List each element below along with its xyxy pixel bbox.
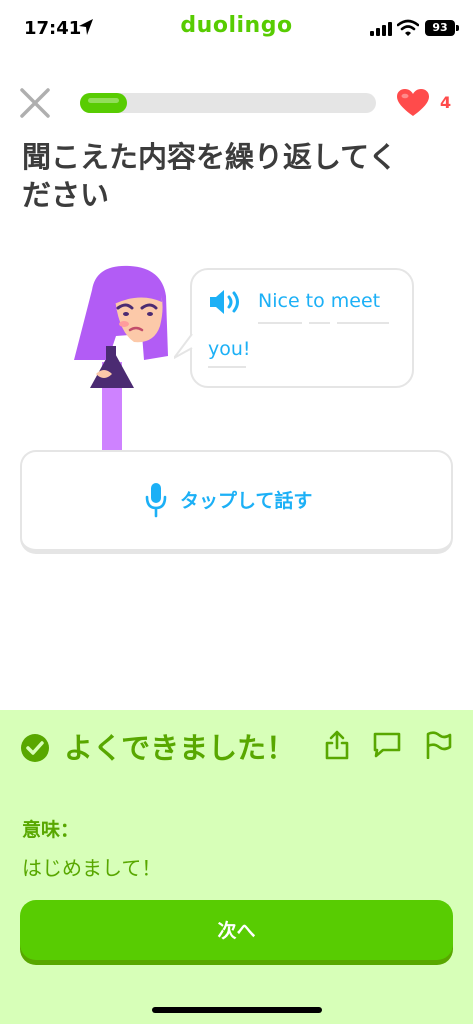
signal-icon bbox=[370, 22, 392, 36]
heart-icon bbox=[397, 89, 429, 116]
status-bar: 17:41 duolingo 93 bbox=[0, 0, 473, 56]
battery-nub bbox=[456, 25, 459, 31]
tap-to-speak-label: タップして話す bbox=[180, 490, 313, 512]
home-indicator bbox=[152, 1007, 322, 1013]
character-illustration bbox=[74, 265, 168, 452]
share-icon[interactable] bbox=[324, 730, 350, 760]
word-underline bbox=[309, 322, 330, 324]
flag-icon[interactable] bbox=[424, 731, 452, 759]
meaning-label: 意味： bbox=[22, 819, 80, 841]
hearts-count: 4 bbox=[440, 93, 452, 112]
speech-bubble bbox=[190, 268, 414, 388]
next-button[interactable]: 次へ bbox=[20, 900, 453, 960]
word-underline bbox=[208, 366, 246, 368]
meaning-text: はじめまして！ bbox=[22, 856, 162, 880]
comment-icon[interactable] bbox=[372, 731, 402, 759]
sentence-line-2[interactable]: you! bbox=[208, 338, 251, 360]
speech-bubble-tail bbox=[174, 334, 193, 359]
word-underline bbox=[258, 322, 302, 324]
word-underline bbox=[337, 322, 389, 324]
sentence-line-1[interactable]: Nice to meet bbox=[258, 290, 380, 312]
wifi-icon bbox=[397, 19, 419, 36]
next-button-label: 次へ bbox=[217, 920, 256, 942]
close-icon[interactable] bbox=[18, 86, 52, 120]
speaker-icon[interactable] bbox=[208, 288, 244, 316]
prompt-title: 聞こえた内容を繰り返してください bbox=[22, 140, 398, 212]
lesson-progress-fill bbox=[80, 93, 127, 113]
progress-shine bbox=[88, 98, 119, 103]
microphone-icon bbox=[145, 483, 167, 518]
feedback-title: よくできました！ bbox=[64, 731, 296, 765]
battery-icon: 93 bbox=[425, 20, 455, 36]
lesson-progress-bar bbox=[80, 93, 376, 113]
